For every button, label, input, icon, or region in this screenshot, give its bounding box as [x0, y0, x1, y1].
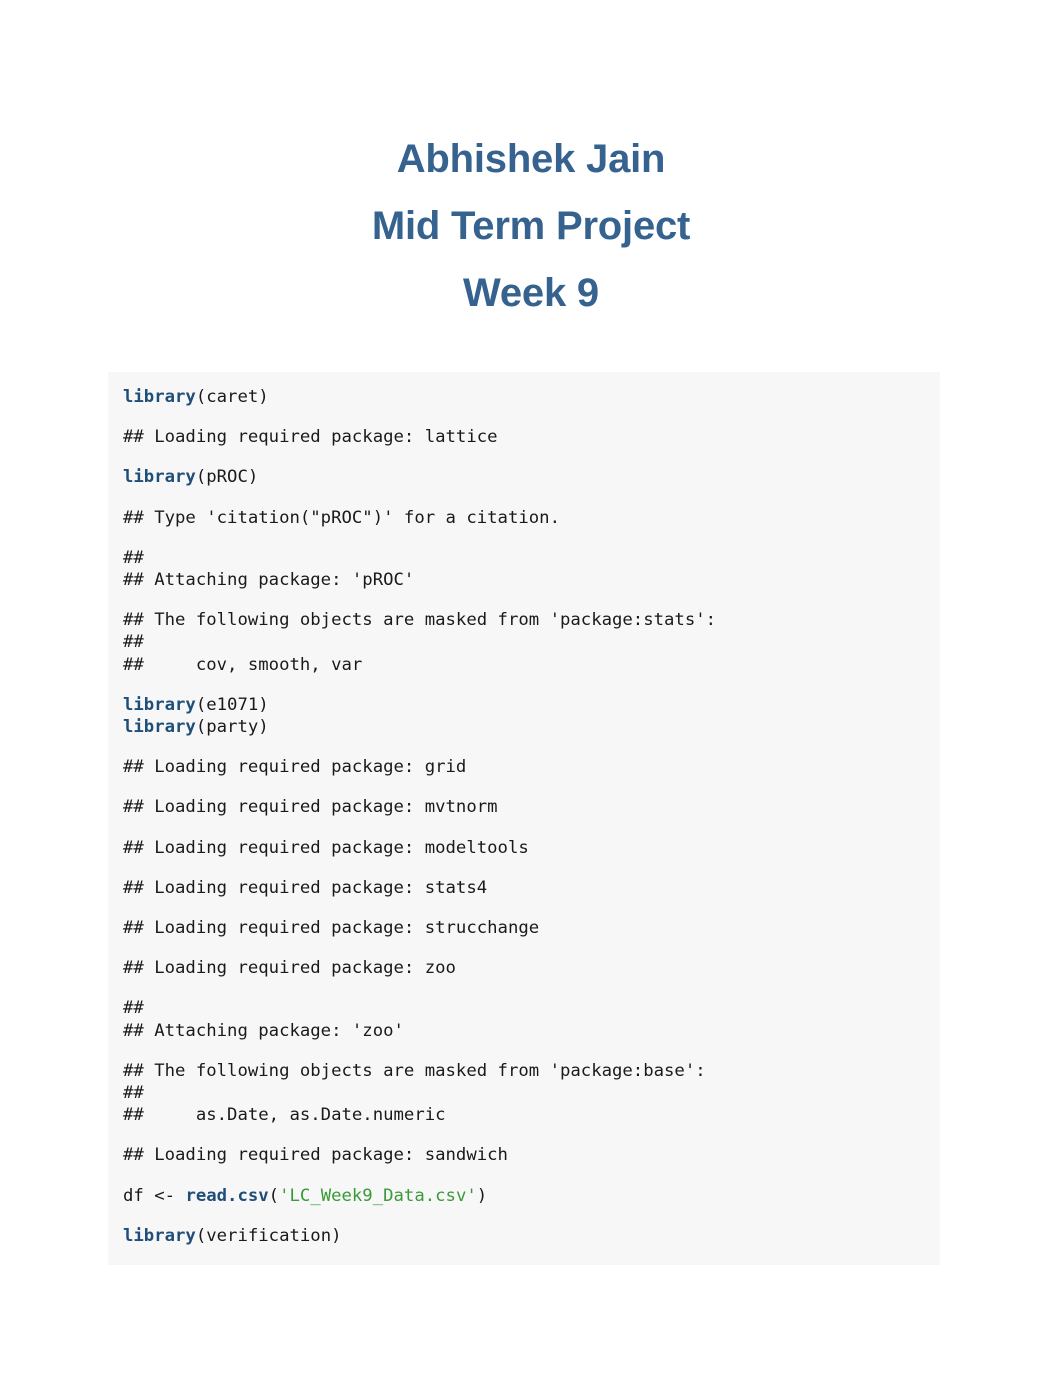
page-title-week: Week 9 [463, 271, 599, 315]
console-output-line: ## Loading required package: sandwich [108, 1144, 940, 1166]
console-output-line: ## Loading required package: zoo [108, 957, 940, 979]
code-text: ( [268, 1185, 280, 1206]
code-line: library(e1071) library(party) [108, 694, 940, 738]
code-keyword: library [123, 717, 196, 738]
code-line: df <- read.csv('LC_Week9_Data.csv') [108, 1185, 940, 1207]
code-line: library(verification) [108, 1225, 940, 1247]
code-output-panel: library(caret) ## Loading required packag… [108, 372, 940, 1266]
code-text: ## Loading required package: sandwich [123, 1145, 508, 1166]
code-text: ## Loading required package: strucchange [123, 918, 540, 939]
page-title-project: Mid Term Project [371, 204, 691, 248]
code-keyword: library [123, 1225, 196, 1246]
console-output-line: ## The following objects are masked from… [108, 609, 940, 676]
console-output-line: ## ## Attaching package: 'pROC' [108, 547, 940, 591]
console-output-line: ## Loading required package: strucchange [108, 917, 940, 939]
code-text: ## The following objects are masked from… [123, 610, 717, 675]
code-line: library(pROC) [108, 466, 940, 488]
console-output-line: ## ## Attaching package: 'zoo' [108, 997, 940, 1041]
console-output-line: ## Type 'citation("pROC")' for a citatio… [108, 507, 940, 529]
code-text: (e1071) [195, 694, 269, 715]
code-text: ## Loading required package: mvtnorm [123, 797, 498, 818]
code-text: ## ## Attaching package: 'pROC' [123, 547, 415, 591]
console-output-line: ## Loading required package: stats4 [108, 877, 940, 899]
console-output-line: ## Loading required package: mvtnorm [108, 796, 940, 818]
code-text: ## Type 'citation("pROC")' for a citatio… [123, 507, 560, 528]
code-line: library(caret) [108, 386, 940, 408]
code-text: ## Loading required package: stats4 [123, 877, 488, 898]
code-text: (party) [195, 717, 269, 738]
console-output-line: ## Loading required package: grid [108, 756, 940, 778]
console-output-line: ## Loading required package: modeltools [108, 837, 940, 859]
code-text: ## Loading required package: modeltools [123, 837, 529, 858]
code-text: ## ## Attaching package: 'zoo' [123, 998, 404, 1041]
code-keyword: read.csv [185, 1185, 269, 1206]
code-text: ## The following objects are masked from… [123, 1060, 706, 1126]
code-keyword: library [123, 467, 196, 488]
code-keyword: library [123, 387, 196, 407]
console-output-line: ## The following objects are masked from… [108, 1060, 940, 1127]
code-text: ## Loading required package: grid [123, 757, 467, 778]
code-text: (pROC) [195, 467, 259, 488]
console-output-line: ## Loading required package: lattice [108, 426, 940, 448]
page-title-author: Abhishek Jain [396, 137, 666, 181]
document-title-block: Abhishek Jain Mid Term Project Week 9 [0, 0, 1062, 327]
code-text: ) [476, 1185, 488, 1206]
code-text: ## Loading required package: zoo [123, 958, 456, 979]
code-string: 'LC_Week9_Data.csv' [279, 1185, 477, 1206]
code-text: df <- [123, 1185, 186, 1206]
code-text: (verification) [195, 1225, 342, 1246]
code-text: (caret) [195, 387, 269, 407]
document-page: Abhishek Jain Mid Term Project Week 9 li… [0, 0, 1062, 1377]
code-keyword: library [123, 694, 196, 715]
code-text: ## Loading required package: lattice [123, 427, 498, 448]
